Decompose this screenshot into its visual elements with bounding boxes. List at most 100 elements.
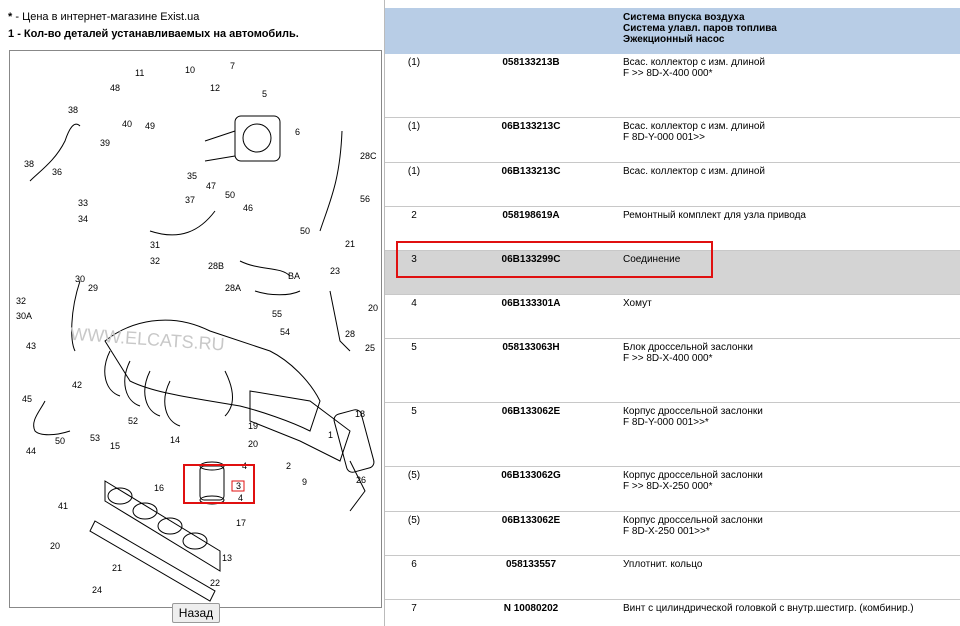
row-part-number[interactable]: 06B133301A <box>451 298 611 309</box>
desc-line: Всас. коллектор с изм. длиной <box>623 57 766 68</box>
callout-36: 36 <box>52 167 62 177</box>
row-qty: 5 <box>411 406 417 417</box>
callout-16: 16 <box>154 483 164 493</box>
parts-table-panel: Система впуска воздуха Система улавл. па… <box>384 0 960 626</box>
selection-annotation-box <box>396 241 713 278</box>
callout-24: 24 <box>92 585 102 595</box>
table-row[interactable]: (5) 06B133062E Корпус дроссельной заслон… <box>385 512 960 556</box>
row-qty: (1) <box>407 166 421 177</box>
row-part-number[interactable]: 058198619A <box>451 210 611 221</box>
desc-line: F >> 8D-X-400 000* <box>623 68 713 79</box>
callout-34: 34 <box>78 214 88 224</box>
desc-line: Уплотнит. кольцо <box>623 559 703 570</box>
callout-50: 50 <box>225 190 235 200</box>
row-part-number[interactable]: N 10080202 <box>451 603 611 614</box>
row-description: Всас. коллектор с изм. длиной <box>623 166 765 177</box>
callout-25: 25 <box>365 343 375 353</box>
callout-54: 54 <box>280 327 290 337</box>
callout-12: 12 <box>210 83 220 93</box>
callout-52: 52 <box>128 416 138 426</box>
row-part-number[interactable]: 058133213B <box>451 57 611 68</box>
callout-28a: 28A <box>225 283 241 293</box>
callout-50b: 50 <box>300 226 310 236</box>
desc-line: F 8D-Y-000 001>> <box>623 132 705 143</box>
row-qty: (5) <box>407 470 421 481</box>
callout-47: 47 <box>206 181 216 191</box>
callout-55: 55 <box>272 309 282 319</box>
table-row[interactable]: 5 058133063H Блок дроссельной заслонки F … <box>385 339 960 403</box>
row-qty: (5) <box>407 515 421 526</box>
row-part-number[interactable]: 058133557 <box>451 559 611 570</box>
row-description: Всас. коллектор с изм. длиной F 8D-Y-000 … <box>623 121 765 143</box>
callout-50c: 50 <box>55 436 65 446</box>
table-row[interactable]: 5 06B133062E Корпус дроссельной заслонки… <box>385 403 960 467</box>
callout-29: 29 <box>88 283 98 293</box>
callout-38: 38 <box>68 105 78 115</box>
callout-33: 33 <box>78 198 88 208</box>
throttle-body-shape <box>204 115 281 162</box>
desc-line: F 8D-X-250 001>>* <box>623 526 710 537</box>
desc-line: Блок дроссельной заслонки <box>623 342 753 353</box>
callout-20: 20 <box>368 303 378 313</box>
row-description: Корпус дроссельной заслонки F 8D-X-250 00… <box>623 515 763 537</box>
connector-part-3-shape <box>199 461 225 505</box>
table-row[interactable]: (1) 058133213B Всас. коллектор с изм. дл… <box>385 54 960 118</box>
callout-3: 3 <box>236 481 241 491</box>
row-part-number[interactable]: 06B133213C <box>451 166 611 177</box>
callout-21b: 21 <box>112 563 122 573</box>
table-row[interactable]: 6 058133557 Уплотнит. кольцо <box>385 556 960 600</box>
callout-22: 22 <box>210 578 220 588</box>
callout-5: 5 <box>262 89 267 99</box>
callout-43: 43 <box>26 341 36 351</box>
row-description: Хомут <box>623 298 652 309</box>
callout-7: 7 <box>230 61 235 71</box>
row-part-number[interactable]: 058133063H <box>451 342 611 353</box>
callout-14: 14 <box>170 435 180 445</box>
row-qty: 6 <box>411 559 417 570</box>
callout-48: 48 <box>110 83 120 93</box>
callout-56: 56 <box>360 194 370 204</box>
callout-46: 46 <box>243 203 253 213</box>
table-row[interactable]: 7 N 10080202 Винт с цилиндрической голов… <box>385 600 960 626</box>
legend-price: * - Цена в интернет-магазине Exist.ua <box>8 11 199 23</box>
desc-line: Ремонтный комплект для узла привода <box>623 210 806 221</box>
table-row[interactable]: (5) 06B133062G Корпус дроссельной заслон… <box>385 467 960 512</box>
legend-price-text: - Цена в интернет-магазине Exist.ua <box>15 11 200 23</box>
row-qty: 7 <box>411 603 417 614</box>
callout-38b: 38 <box>24 159 34 169</box>
callout-11: 11 <box>135 68 144 78</box>
row-part-number[interactable]: 06B133062G <box>451 470 611 481</box>
left-panel: * - Цена в интернет-магазине Exist.ua 1 … <box>0 0 384 626</box>
desc-line: Всас. коллектор с изм. длиной <box>623 166 766 177</box>
row-description: Блок дроссельной заслонки F >> 8D-X-400 0… <box>623 342 753 364</box>
desc-line: Корпус дроссельной заслонки <box>623 515 763 526</box>
desc-line: Всас. коллектор с изм. длиной <box>623 121 766 132</box>
callout-35: 35 <box>187 171 197 181</box>
callout-53: 53 <box>90 433 100 443</box>
back-button[interactable]: Назад <box>172 603 220 623</box>
table-row[interactable]: (1) 06B133213C Всас. коллектор с изм. дл… <box>385 163 960 207</box>
row-description: Винт с цилиндрической головкой с внутр.ш… <box>623 603 914 614</box>
table-row[interactable]: (1) 06B133213C Всас. коллектор с изм. дл… <box>385 118 960 163</box>
table-row[interactable]: 4 06B133301A Хомут <box>385 295 960 339</box>
callout-40: 40 <box>122 119 132 129</box>
callout-19: 19 <box>248 421 258 431</box>
callout-23: 23 <box>330 266 340 276</box>
callout-41: 41 <box>58 501 68 511</box>
callout-28: 28 <box>345 329 355 339</box>
row-qty: 2 <box>411 210 417 221</box>
desc-line: Корпус дроссельной заслонки <box>623 470 763 481</box>
callout-20c: 20 <box>50 541 60 551</box>
callout-31: 31 <box>150 240 160 250</box>
row-description: Корпус дроссельной заслонки F 8D-Y-000 00… <box>623 406 763 428</box>
callout-6: 6 <box>295 127 300 137</box>
row-part-number[interactable]: 06B133062E <box>451 406 611 417</box>
callout-28c: 28C <box>360 151 377 161</box>
desc-line: Хомут <box>623 298 652 309</box>
legend-quantity-text: - Кол-во деталей устанавливаемых на авто… <box>17 28 299 40</box>
callout-44: 44 <box>26 446 36 456</box>
callout-4b: 4 <box>238 493 243 503</box>
row-part-number[interactable]: 06B133213C <box>451 121 611 132</box>
watermark-text: WWW.ELCATS.RU <box>70 324 226 355</box>
row-part-number[interactable]: 06B133062E <box>451 515 611 526</box>
